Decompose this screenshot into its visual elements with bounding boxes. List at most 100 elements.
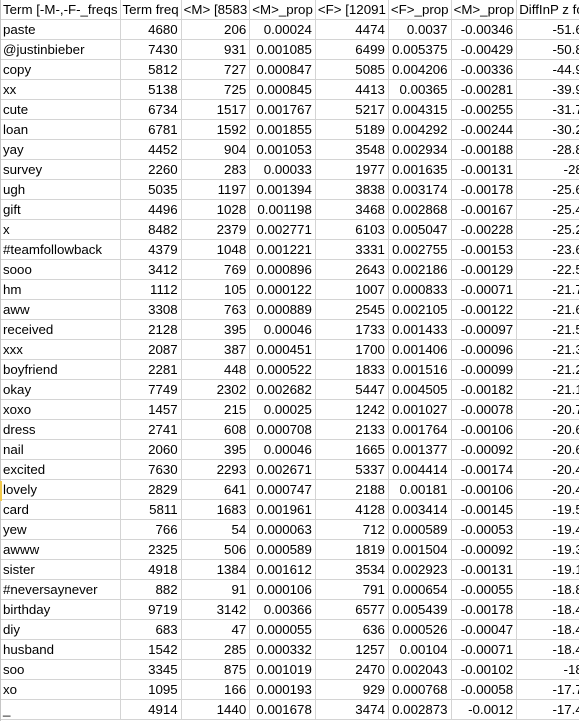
value-cell[interactable]: 712 <box>315 519 389 540</box>
value-cell[interactable]: 3142 <box>181 599 251 620</box>
value-cell[interactable]: 0.002105 <box>388 299 452 320</box>
value-cell[interactable]: 1833 <box>315 359 389 380</box>
value-cell[interactable]: 0.001221 <box>249 239 316 260</box>
value-cell[interactable]: -19.3 <box>516 539 579 560</box>
value-cell[interactable]: -0.00071 <box>451 639 518 660</box>
value-cell[interactable]: 0.001085 <box>249 39 316 60</box>
value-cell[interactable]: 4914 <box>120 699 182 720</box>
term-cell[interactable]: _ <box>0 699 121 720</box>
value-cell[interactable]: 4680 <box>120 19 182 40</box>
value-cell[interactable]: -21.1 <box>516 379 579 400</box>
term-cell[interactable]: nail <box>0 439 121 460</box>
value-cell[interactable]: -25.6 <box>516 179 579 200</box>
value-cell[interactable]: 0.000833 <box>388 279 452 300</box>
value-cell[interactable]: -0.00167 <box>451 199 518 220</box>
value-cell[interactable]: -18.8 <box>516 579 579 600</box>
value-cell[interactable]: 2379 <box>181 219 251 240</box>
value-cell[interactable]: 0.0037 <box>388 19 452 40</box>
value-cell[interactable]: -0.00178 <box>451 599 518 620</box>
value-cell[interactable]: 2302 <box>181 379 251 400</box>
value-cell[interactable]: 4474 <box>315 19 389 40</box>
value-cell[interactable]: 0.000654 <box>388 579 452 600</box>
value-cell[interactable]: -21.2 <box>516 359 579 380</box>
term-cell[interactable]: received <box>0 319 121 340</box>
value-cell[interactable]: -17.4 <box>516 699 579 720</box>
value-cell[interactable]: 3474 <box>315 699 389 720</box>
value-cell[interactable]: -18 <box>516 659 579 680</box>
value-cell[interactable]: 0.000122 <box>249 279 316 300</box>
value-cell[interactable]: 4452 <box>120 139 182 160</box>
value-cell[interactable]: 7749 <box>120 379 182 400</box>
value-cell[interactable]: -28.8 <box>516 139 579 160</box>
value-cell[interactable]: 0.001027 <box>388 399 452 420</box>
value-cell[interactable]: 0.00365 <box>388 79 452 100</box>
term-cell[interactable]: excited <box>0 459 121 480</box>
value-cell[interactable]: 0.002923 <box>388 559 452 580</box>
value-cell[interactable]: 2829 <box>120 479 182 500</box>
value-cell[interactable]: 7430 <box>120 39 182 60</box>
value-cell[interactable]: 791 <box>315 579 389 600</box>
value-cell[interactable]: 0.000589 <box>388 519 452 540</box>
value-cell[interactable]: -0.00228 <box>451 219 518 240</box>
term-cell[interactable]: cute <box>0 99 121 120</box>
value-cell[interactable]: 285 <box>181 639 251 660</box>
value-cell[interactable]: 47 <box>181 619 251 640</box>
value-cell[interactable]: 882 <box>120 579 182 600</box>
value-cell[interactable]: 0.002934 <box>388 139 452 160</box>
value-cell[interactable]: -25.2 <box>516 219 579 240</box>
value-cell[interactable]: -23.6 <box>516 239 579 260</box>
value-cell[interactable]: -19.1 <box>516 559 579 580</box>
value-cell[interactable]: 0.00033 <box>249 159 316 180</box>
value-cell[interactable]: 4128 <box>315 499 389 520</box>
value-cell[interactable]: 1517 <box>181 99 251 120</box>
value-cell[interactable]: 0.00046 <box>249 319 316 340</box>
value-cell[interactable]: 5138 <box>120 79 182 100</box>
value-cell[interactable]: 0.000747 <box>249 479 316 500</box>
term-cell[interactable]: copy <box>0 59 121 80</box>
value-cell[interactable]: 0.001504 <box>388 539 452 560</box>
value-cell[interactable]: 0.000845 <box>249 79 316 100</box>
value-cell[interactable]: 0.000768 <box>388 679 452 700</box>
value-cell[interactable]: 0.001855 <box>249 119 316 140</box>
value-cell[interactable]: -0.00178 <box>451 179 518 200</box>
value-cell[interactable]: 54 <box>181 519 251 540</box>
value-cell[interactable]: -20.4 <box>516 479 579 500</box>
value-cell[interactable]: -21.7 <box>516 279 579 300</box>
value-cell[interactable]: 2128 <box>120 319 182 340</box>
value-cell[interactable]: 395 <box>181 319 251 340</box>
value-cell[interactable]: 5085 <box>315 59 389 80</box>
value-cell[interactable]: 1384 <box>181 559 251 580</box>
term-cell[interactable]: gift <box>0 199 121 220</box>
term-cell[interactable]: birthday <box>0 599 121 620</box>
value-cell[interactable]: 2133 <box>315 419 389 440</box>
value-cell[interactable]: 0.004315 <box>388 99 452 120</box>
term-cell[interactable]: dress <box>0 419 121 440</box>
value-cell[interactable]: -17.7 <box>516 679 579 700</box>
value-cell[interactable]: -25.4 <box>516 199 579 220</box>
value-cell[interactable]: 1197 <box>181 179 251 200</box>
value-cell[interactable]: 387 <box>181 339 251 360</box>
column-header[interactable]: Term [-M-,-F-_freqs <box>0 0 121 20</box>
value-cell[interactable]: 2087 <box>120 339 182 360</box>
value-cell[interactable]: 7630 <box>120 459 182 480</box>
value-cell[interactable]: 727 <box>181 59 251 80</box>
term-cell[interactable]: sister <box>0 559 121 580</box>
value-cell[interactable]: 0.002873 <box>388 699 452 720</box>
value-cell[interactable]: 1048 <box>181 239 251 260</box>
term-cell[interactable]: survey <box>0 159 121 180</box>
term-cell[interactable]: diy <box>0 619 121 640</box>
value-cell[interactable]: 636 <box>315 619 389 640</box>
value-cell[interactable]: 0.005375 <box>388 39 452 60</box>
value-cell[interactable]: -19.4 <box>516 519 579 540</box>
value-cell[interactable]: 5812 <box>120 59 182 80</box>
value-cell[interactable]: 929 <box>315 679 389 700</box>
value-cell[interactable]: 3838 <box>315 179 389 200</box>
value-cell[interactable]: 2060 <box>120 439 182 460</box>
value-cell[interactable]: 0.001053 <box>249 139 316 160</box>
value-cell[interactable]: -20.6 <box>516 439 579 460</box>
value-cell[interactable]: -31.7 <box>516 99 579 120</box>
column-header[interactable]: <M> [8583 <box>181 0 251 20</box>
value-cell[interactable]: 0.00181 <box>388 479 452 500</box>
value-cell[interactable]: 0.004292 <box>388 119 452 140</box>
value-cell[interactable]: 2325 <box>120 539 182 560</box>
